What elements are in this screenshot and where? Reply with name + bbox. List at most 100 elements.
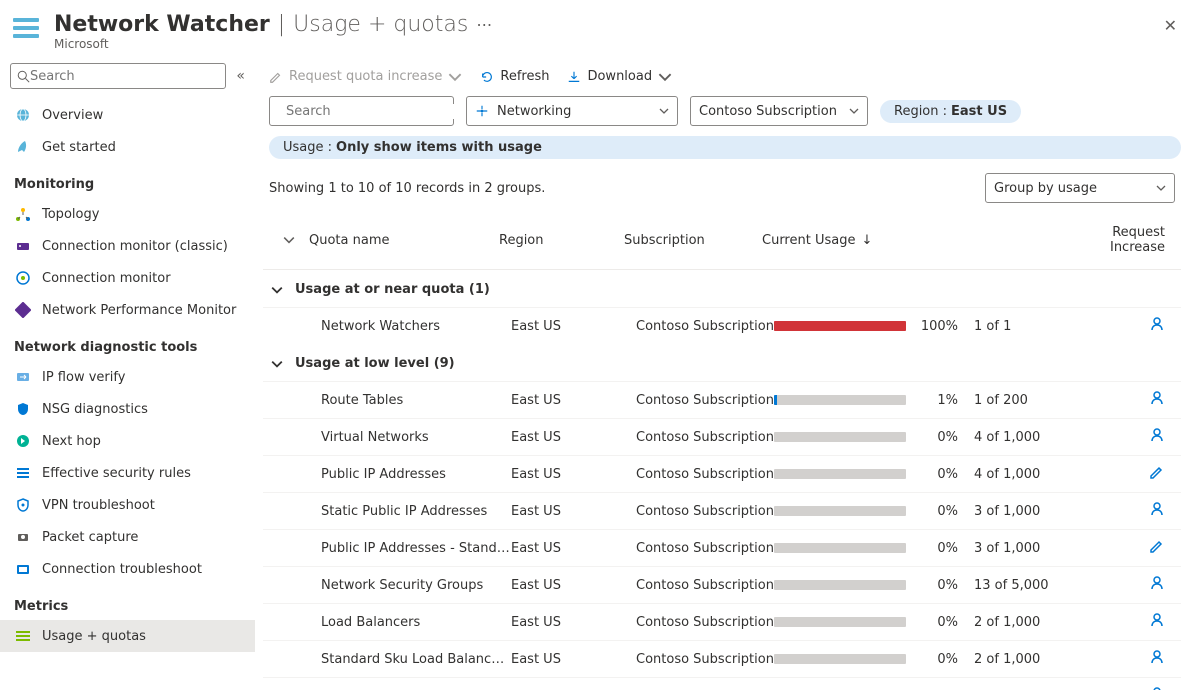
request-increase-cell[interactable] xyxy=(1084,538,1175,558)
col-request[interactable]: Request Increase xyxy=(1072,225,1175,255)
pen-icon xyxy=(1149,469,1165,484)
sidebar-item-get-started[interactable]: Get started xyxy=(0,131,255,163)
request-increase-cell[interactable] xyxy=(1084,501,1175,521)
usage-chip[interactable]: Usage : Only show items with usage xyxy=(269,136,1181,159)
sidebar-item-effective-security-rules[interactable]: Effective security rules xyxy=(0,457,255,489)
quotas-icon xyxy=(14,627,32,645)
sidebar-item-vpn-troubleshoot[interactable]: VPN troubleshoot xyxy=(0,489,255,521)
usage-percent: 0% xyxy=(916,430,958,445)
usage-cell: 0% xyxy=(774,467,974,482)
sidebar-item-overview[interactable]: Overview xyxy=(0,99,255,131)
person-icon xyxy=(1149,617,1165,632)
filter-provider[interactable]: Networking xyxy=(466,96,678,126)
quota-used-limit: 4 of 1,000 xyxy=(974,430,1084,445)
usage-chip-label: Usage : xyxy=(283,140,332,155)
quota-region: East US xyxy=(511,319,636,334)
sidebar-search[interactable] xyxy=(10,63,226,89)
quota-used-limit: 1 of 200 xyxy=(974,393,1084,408)
filter-search-input[interactable] xyxy=(286,104,456,119)
quota-used-limit: 13 of 5,000 xyxy=(974,578,1084,593)
person-icon xyxy=(1149,654,1165,669)
sidebar-item-nsg-diagnostics[interactable]: NSG diagnostics xyxy=(0,393,255,425)
quota-name: Route Tables xyxy=(291,393,511,408)
status-text: Showing 1 to 10 of 10 records in 2 group… xyxy=(269,181,545,196)
region-chip[interactable]: Region : East US xyxy=(880,100,1021,123)
request-increase-cell[interactable] xyxy=(1084,649,1175,669)
page-title-service: Network Watcher xyxy=(54,12,270,37)
sidebar-item-network-performance-monitor[interactable]: Network Performance Monitor xyxy=(0,294,255,326)
rules-icon xyxy=(14,464,32,482)
sidebar-item-ip-flow-verify[interactable]: IP flow verify xyxy=(0,361,255,393)
refresh-button[interactable]: Refresh xyxy=(480,69,549,84)
sidebar-item-topology[interactable]: Topology xyxy=(0,198,255,230)
usage-cell: 1% xyxy=(774,393,974,408)
sidebar-item-label: Topology xyxy=(42,207,99,222)
content: Request quota increase Refresh Download … xyxy=(255,57,1197,690)
col-region[interactable]: Region xyxy=(499,233,624,248)
usage-cell: 0% xyxy=(774,541,974,556)
quota-name: Virtual Networks xyxy=(291,430,511,445)
download-button[interactable]: Download xyxy=(567,69,672,84)
usage-bar xyxy=(774,432,906,442)
person-icon xyxy=(1149,321,1165,336)
sidebar-item-connection-monitor[interactable]: Connection monitor xyxy=(0,262,255,294)
request-increase-cell[interactable] xyxy=(1084,612,1175,632)
request-increase-cell[interactable] xyxy=(1084,316,1175,336)
usage-cell: 0% xyxy=(774,615,974,630)
request-increase-cell[interactable] xyxy=(1084,390,1175,410)
sidebar-section-header: Monitoring xyxy=(0,163,255,198)
filter-row: Networking Contoso Subscription Region :… xyxy=(263,96,1181,136)
sidebar: « OverviewGet started Monitoring Topology… xyxy=(0,57,255,690)
page-title-subpage: Usage + quotas xyxy=(293,12,468,37)
table-row: Virtual Networks East US Contoso Subscri… xyxy=(263,418,1181,455)
sidebar-search-input[interactable] xyxy=(30,69,219,84)
request-increase-cell[interactable] xyxy=(1084,427,1175,447)
col-usage[interactable]: Current Usage ↓ xyxy=(762,233,962,248)
topology-icon xyxy=(14,205,32,223)
sidebar-item-label: Next hop xyxy=(42,434,101,449)
request-increase-cell[interactable] xyxy=(1084,575,1175,595)
collapse-sidebar-icon[interactable]: « xyxy=(236,68,245,84)
col-quota-name[interactable]: Quota name xyxy=(309,233,499,248)
filter-provider-value: Networking xyxy=(497,104,571,119)
refresh-icon xyxy=(480,70,494,84)
expand-all-icon[interactable] xyxy=(269,234,309,246)
usage-percent: 0% xyxy=(916,652,958,667)
request-increase-cell[interactable] xyxy=(1084,686,1175,690)
usage-bar xyxy=(774,321,906,331)
usage-percent: 0% xyxy=(916,541,958,556)
chevron-down-icon xyxy=(269,358,285,370)
table-row: Network Security Groups East US Contoso … xyxy=(263,566,1181,603)
request-increase-cell[interactable] xyxy=(1084,464,1175,484)
col-subscription[interactable]: Subscription xyxy=(624,233,762,248)
sidebar-item-connection-troubleshoot[interactable]: Connection troubleshoot xyxy=(0,553,255,585)
sidebar-item-label: IP flow verify xyxy=(42,370,125,385)
ipflow-icon xyxy=(14,368,32,386)
usage-percent: 0% xyxy=(916,504,958,519)
sidebar-item-packet-capture[interactable]: Packet capture xyxy=(0,521,255,553)
close-icon[interactable]: ✕ xyxy=(1160,12,1181,39)
groupby-select[interactable]: Group by usage xyxy=(985,173,1175,203)
quota-region: East US xyxy=(511,504,636,519)
quota-used-limit: 3 of 1,000 xyxy=(974,541,1084,556)
quota-region: East US xyxy=(511,689,636,691)
networking-icon xyxy=(475,104,489,118)
chevron-down-icon xyxy=(658,70,672,84)
usage-cell: 0% xyxy=(774,504,974,519)
download-icon xyxy=(567,70,581,84)
sidebar-item-connection-monitor-classic-[interactable]: Connection monitor (classic) xyxy=(0,230,255,262)
filter-search[interactable] xyxy=(269,96,454,126)
table-row: Public IP Addresses East US Contoso Subs… xyxy=(263,455,1181,492)
title-texts: Network Watcher | Usage + quotas ⋯ Micro… xyxy=(54,12,1148,51)
usage-percent: 0% xyxy=(916,689,958,691)
group-row[interactable]: Usage at or near quota (1) xyxy=(263,270,1181,307)
vpn-icon xyxy=(14,496,32,514)
group-row[interactable]: Usage at low level (9) xyxy=(263,344,1181,381)
table-row: Load Balancers East US Contoso Subscript… xyxy=(263,603,1181,640)
sidebar-item-next-hop[interactable]: Next hop xyxy=(0,425,255,457)
filter-subscription-value: Contoso Subscription xyxy=(699,104,837,119)
sidebar-item-usage-quotas[interactable]: Usage + quotas xyxy=(0,620,255,652)
filter-subscription[interactable]: Contoso Subscription xyxy=(690,96,868,126)
sidebar-section-header: Metrics xyxy=(0,585,255,620)
more-icon[interactable]: ⋯ xyxy=(476,15,492,34)
